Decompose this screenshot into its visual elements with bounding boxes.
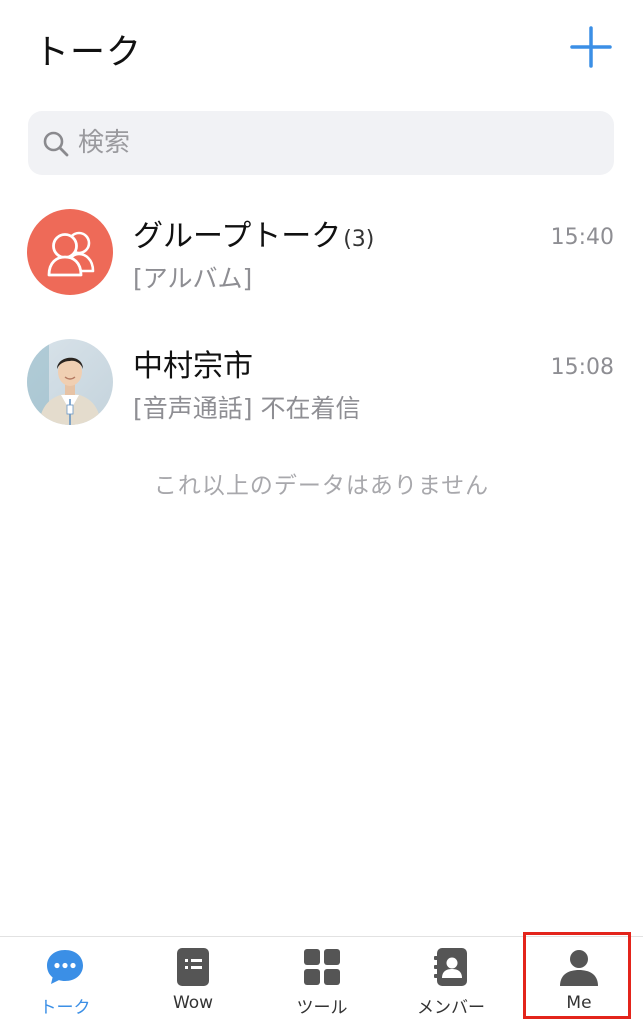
add-button[interactable] (570, 26, 612, 68)
bottom-tab-bar: トーク Wow ツール メンバー Me (0, 936, 643, 1024)
person-icon (560, 950, 598, 986)
chat-name: グループトーク(3) (133, 211, 374, 255)
tab-label: トーク (39, 998, 91, 1018)
search-input[interactable] (78, 111, 598, 175)
tab-label: Me (566, 993, 592, 1013)
chat-list-item-person[interactable]: 中村宗市 [音声通話] 不在着信 15:08 (0, 325, 643, 445)
tab-members[interactable]: メンバー (387, 937, 515, 1024)
search-icon (43, 131, 69, 157)
note-list-icon (177, 948, 209, 986)
group-icon (47, 231, 95, 277)
page-title: トーク (34, 33, 143, 73)
tab-talk[interactable]: トーク (1, 937, 129, 1024)
chat-preview: [アルバム] (133, 264, 253, 293)
member-count: (3) (343, 227, 375, 252)
chat-list-item-group[interactable]: グループトーク(3) [アルバム] 15:40 (0, 195, 643, 315)
chat-preview: [音声通話] 不在着信 (133, 394, 361, 423)
contacts-book-icon (434, 948, 467, 986)
search-bar[interactable] (28, 111, 614, 175)
tab-me[interactable]: Me (515, 937, 643, 1024)
grid-icon (304, 949, 340, 985)
chat-time: 15:40 (550, 225, 614, 250)
tab-label: メンバー (417, 998, 485, 1018)
chat-name: 中村宗市 (133, 349, 253, 384)
chat-time: 15:08 (550, 355, 614, 380)
chat-bubble-icon (47, 950, 83, 984)
tab-tools[interactable]: ツール (258, 937, 386, 1024)
tab-label: ツール (296, 998, 348, 1018)
person-photo-icon (27, 339, 113, 425)
group-avatar (27, 209, 113, 295)
end-of-list-note: これ以上のデータはありません (153, 473, 490, 499)
user-avatar (27, 339, 113, 425)
chat-name-text: グループトーク (133, 219, 342, 254)
talk-screen: トーク グループトーク(3) (0, 0, 643, 1024)
header: トーク (0, 0, 643, 95)
tab-label: Wow (172, 993, 214, 1013)
plus-icon (570, 26, 612, 68)
tab-wow[interactable]: Wow (129, 937, 257, 1024)
